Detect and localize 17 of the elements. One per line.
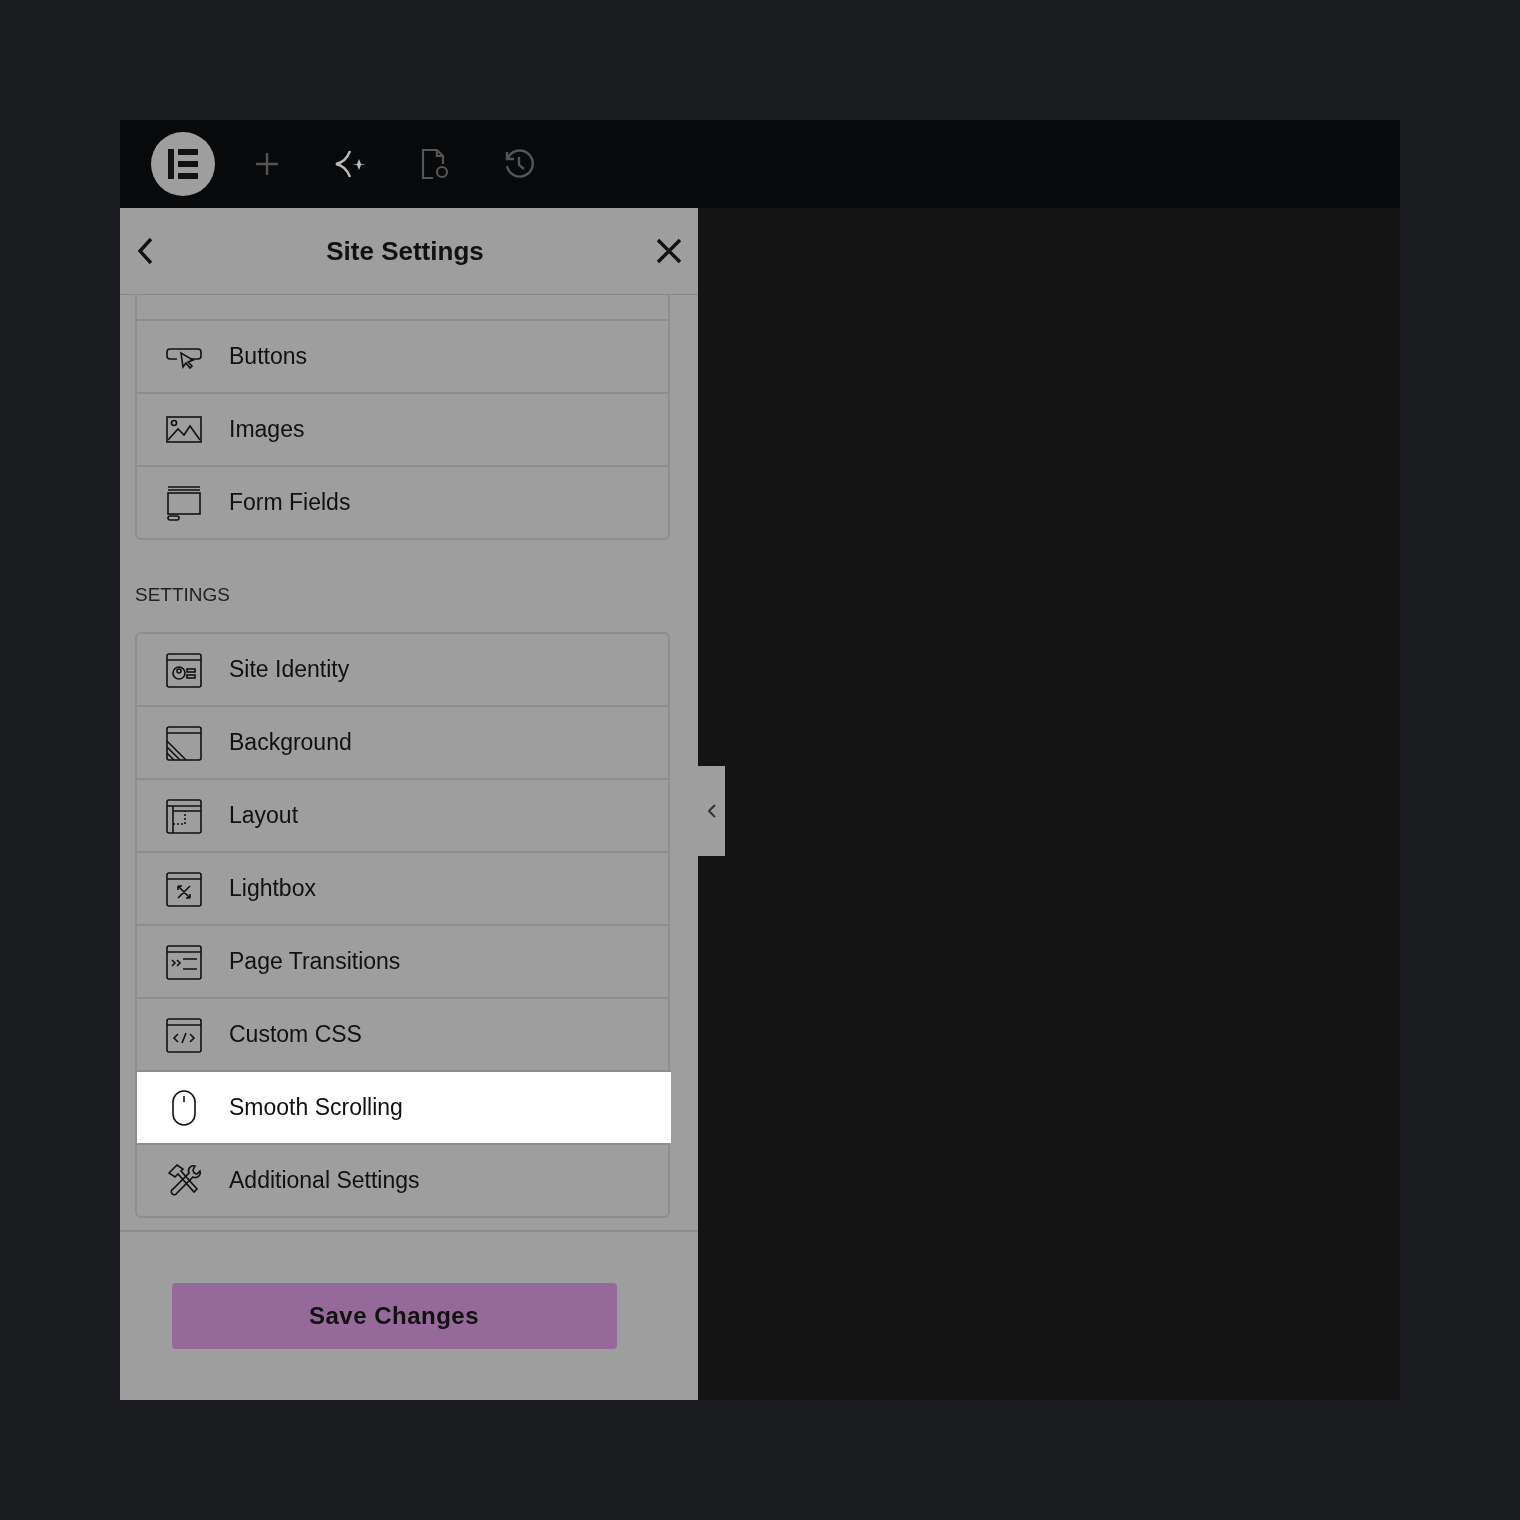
settings-item[interactable]: Background	[137, 705, 668, 778]
save-changes-button[interactable]: Save Changes	[171, 1283, 617, 1349]
settings-item[interactable]: Form Fields	[137, 465, 668, 538]
section-heading: SETTINGS	[135, 584, 231, 606]
settings-item[interactable]: Images	[137, 392, 668, 465]
logo-icon	[166, 149, 200, 179]
settings-item[interactable]: Layout	[137, 778, 668, 851]
settings-item[interactable]: Page Transitions	[137, 924, 668, 997]
settings-item[interactable]: Lightbox	[137, 851, 668, 924]
settings-item[interactable]: Smooth Scrolling	[137, 1070, 671, 1143]
settings-item[interactable]: Site Identity	[137, 634, 668, 705]
settings-item[interactable]: Additional Settings	[137, 1143, 668, 1216]
panel-title: Site Settings	[326, 235, 484, 267]
close-icon[interactable]	[656, 238, 682, 264]
settings-item[interactable]: Buttons	[137, 319, 668, 392]
back-icon[interactable]	[136, 237, 154, 265]
chevron-left-icon	[707, 804, 716, 818]
